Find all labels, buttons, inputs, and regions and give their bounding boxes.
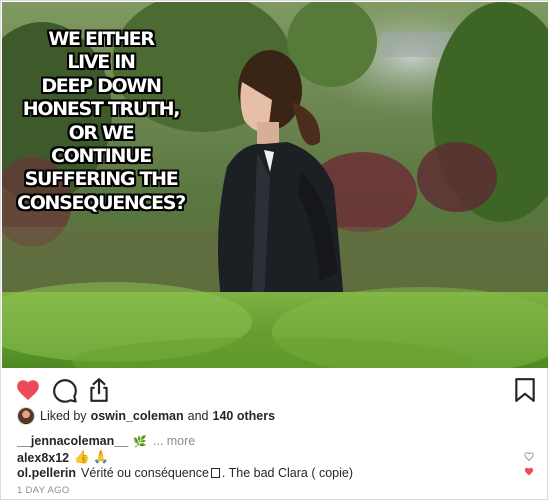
meme-line: DEEP DOWN <box>41 74 162 97</box>
meme-line: OR WE <box>68 121 135 144</box>
comment-text: Vérité ou conséquence <box>81 466 209 480</box>
liker-username-link[interactable]: oswin_coleman <box>91 409 184 423</box>
meme-line: SUFFERING THE <box>24 168 179 191</box>
caption-more-link[interactable]: ... more <box>153 434 195 448</box>
instagram-post: WE EITHER LIVE IN DEEP DOWN HONEST TRUTH… <box>0 0 548 500</box>
liker-avatar[interactable] <box>17 407 35 425</box>
like-heart-icon[interactable] <box>15 377 41 403</box>
caption-author-link[interactable]: __jennacoleman__ <box>17 434 128 448</box>
meme-caption-text: WE EITHER LIVE IN DEEP DOWN HONEST TRUTH… <box>12 28 190 215</box>
meme-line: WE EITHER <box>48 28 155 50</box>
share-icon[interactable] <box>86 377 112 403</box>
comment-liked-heart-icon[interactable] <box>523 466 535 477</box>
meme-line: LIVE IN <box>67 51 136 74</box>
meme-line: CONTINUE <box>51 145 152 168</box>
comment-author-link[interactable]: ol.pellerin <box>17 466 76 480</box>
comment-bubble-icon[interactable] <box>52 377 78 403</box>
comment-text-continued: . The bad Clara ( copie) <box>221 466 354 480</box>
post-timestamp[interactable]: 1 DAY AGO <box>17 485 70 496</box>
comment-author-link[interactable]: alex8x12 <box>17 451 69 465</box>
likes-summary: Liked by oswin_coleman and 140 others <box>17 406 279 426</box>
post-photo[interactable]: WE EITHER LIVE IN DEEP DOWN HONEST TRUTH… <box>2 2 548 368</box>
post-action-bar <box>15 377 537 403</box>
likes-joiner: and <box>187 409 209 423</box>
post-caption: __jennacoleman__ 🌿 ... more <box>17 434 195 448</box>
liked-by-label: Liked by <box>40 409 87 423</box>
meme-line: HONEST TRUTH, <box>22 98 181 121</box>
comment-row: alex8x12 👍 🙏 <box>17 450 109 465</box>
bookmark-save-icon[interactable] <box>512 377 538 403</box>
comment-row: ol.pellerin Vérité ou conséquence . The … <box>17 466 353 480</box>
missing-glyph-icon <box>210 468 220 478</box>
leaf-icon: 🌿 <box>133 435 147 448</box>
meme-line: CONSEQUENCES? <box>17 191 186 214</box>
likes-count-link[interactable]: 140 others <box>213 409 276 423</box>
comment-text: 👍 🙏 <box>74 450 109 464</box>
comment-like-heart-icon[interactable] <box>523 451 535 462</box>
